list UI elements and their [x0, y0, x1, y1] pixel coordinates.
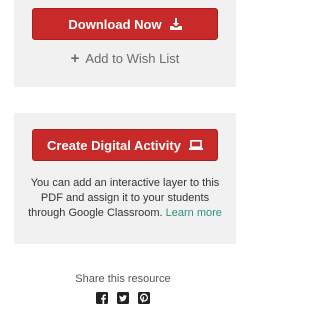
create-digital-activity-button[interactable]: Create Digital Activity [32, 129, 218, 161]
digital-activity-description: You can add an interactive layer to this… [26, 176, 224, 221]
social-share-icons [0, 292, 246, 304]
download-now-label: Download Now [68, 16, 162, 32]
twitter-icon[interactable] [117, 292, 129, 304]
share-label: Share this resource [75, 273, 171, 285]
purchase-panel: Download Now + Add to Wish List [14, 0, 236, 87]
facebook-icon[interactable] [96, 292, 108, 304]
add-to-wish-list-label: Add to Wish List [85, 51, 180, 66]
add-to-wish-list-link[interactable]: + Add to Wish List [14, 51, 236, 66]
digital-activity-panel: Create Digital Activity You can add an i… [14, 113, 236, 244]
download-icon [169, 18, 182, 30]
plus-icon: + [70, 50, 80, 67]
pinterest-icon[interactable] [138, 292, 150, 304]
learn-more-link[interactable]: Learn more [166, 207, 222, 219]
download-now-button[interactable]: Download Now [32, 8, 218, 40]
laptop-icon [188, 140, 203, 150]
create-digital-activity-label: Create Digital Activity [47, 137, 181, 153]
